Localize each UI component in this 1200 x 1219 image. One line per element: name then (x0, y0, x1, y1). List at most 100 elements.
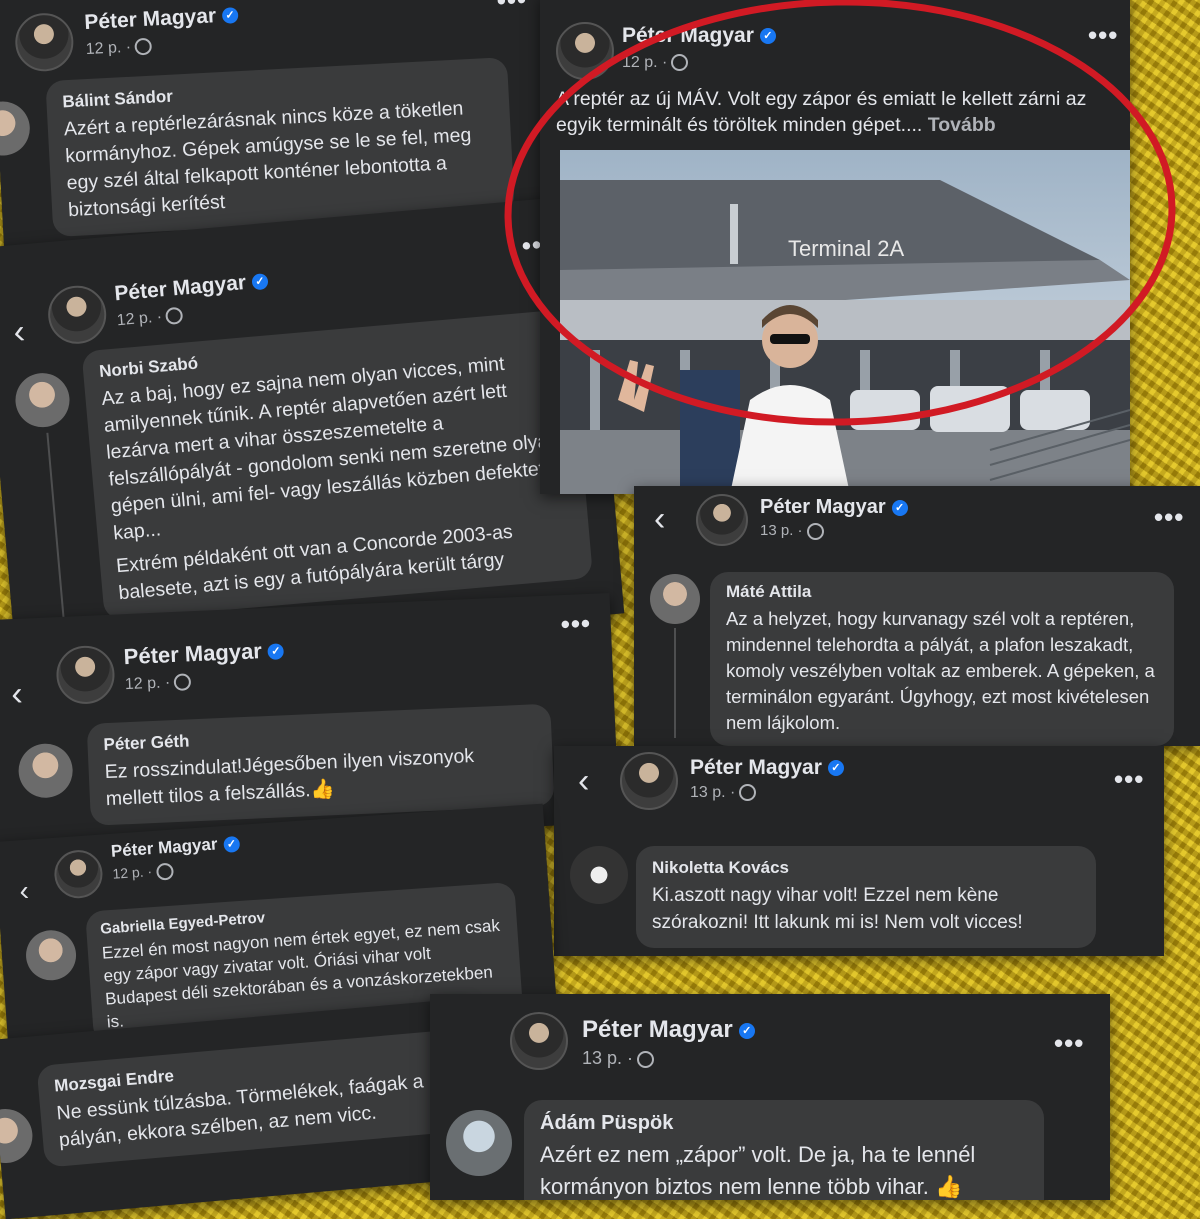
comment-bubble: Norbi Szabó Az a baj, hogy ez sajna nem … (81, 308, 594, 621)
commenter-avatar[interactable] (17, 742, 74, 799)
thumbs-up-icon: 👍 (310, 778, 336, 802)
globe-icon (155, 862, 174, 881)
more-options-icon[interactable]: ••• (1154, 504, 1184, 530)
verified-icon: ✓ (221, 7, 239, 25)
post-time-text: 12 p. · (116, 308, 163, 330)
globe-icon (173, 673, 192, 692)
verified-icon: ✓ (222, 835, 241, 853)
author-name-text: Péter Magyar (83, 4, 217, 35)
back-icon[interactable]: ‹ (18, 875, 29, 907)
post-time: 12 p. · (622, 54, 689, 72)
post-card-adam: Péter Magyar ✓ 13 p. · ••• Ádám Püspök Az… (430, 994, 1110, 1200)
commenter-avatar[interactable] (570, 846, 628, 904)
author-name-text: Péter Magyar (582, 1016, 733, 1043)
post-photo[interactable]: Terminal 2A (560, 150, 1130, 494)
commenter-name[interactable]: Nikoletta Kovács (652, 858, 1080, 878)
author-name-text: Péter Magyar (110, 834, 219, 861)
post-time-text: 12 p. · (622, 54, 668, 71)
back-icon[interactable]: ‹ (654, 502, 665, 536)
globe-icon (134, 37, 153, 56)
globe-icon (739, 784, 757, 802)
comment-text: Azért ez nem „zápor” volt. De ja, ha te … (540, 1139, 1028, 1200)
more-options-icon[interactable]: ••• (496, 0, 528, 15)
commenter-avatar[interactable] (650, 574, 700, 624)
more-options-icon[interactable]: ••• (560, 608, 592, 639)
verified-icon: ✓ (251, 273, 269, 291)
comment-bubble: Ádám Püspök Azért ez nem „zápor” volt. D… (524, 1100, 1044, 1200)
post-time: 13 p. · (760, 522, 824, 540)
author-avatar[interactable] (620, 752, 678, 810)
author-name-text: Péter Magyar (760, 496, 886, 518)
post-time: 12 p. · (112, 862, 174, 884)
author-avatar[interactable] (52, 848, 105, 900)
comment-bubble: Nikoletta Kovács Ki.aszott nagy vihar vo… (636, 846, 1096, 948)
see-more-link[interactable]: Tovább (928, 114, 996, 136)
commenter-name[interactable]: Ádám Püspök (540, 1112, 1028, 1135)
post-time-text: 12 p. · (124, 674, 171, 694)
terminal-sign: Terminal 2A (788, 236, 904, 261)
author-name[interactable]: Péter Magyar ✓ (110, 833, 241, 862)
post-body: A reptér az új MÁV. Volt egy zápor és em… (556, 88, 1087, 136)
comment-text-body: Ez rosszindulat!Jégesőben ilyen viszonyo… (104, 745, 475, 811)
back-icon[interactable]: ‹ (578, 764, 589, 798)
airport-photo-illustration: Terminal 2A (560, 150, 1130, 494)
post-time-text: 13 p. · (760, 522, 803, 539)
more-options-icon[interactable]: ••• (1054, 1030, 1084, 1056)
globe-icon (637, 1050, 655, 1068)
verified-icon: ✓ (827, 760, 844, 777)
post-card-mate: ‹ Péter Magyar ✓ 13 p. · ••• Máté Attila … (634, 486, 1200, 746)
author-name-text: Péter Magyar (690, 756, 822, 779)
main-post-card: Péter Magyar ✓ 12 p. · ••• A reptér az új… (540, 0, 1130, 494)
author-avatar[interactable] (556, 22, 614, 80)
post-card-nikoletta: ‹ Péter Magyar ✓ 13 p. · ••• Nikoletta Ko… (554, 746, 1164, 956)
verified-icon: ✓ (891, 499, 908, 516)
author-name-text: Péter Magyar (123, 638, 263, 670)
post-time: 13 p. · (690, 784, 757, 802)
author-avatar[interactable] (55, 644, 116, 706)
thumbs-up-icon: 👍 (935, 1174, 963, 1199)
author-name[interactable]: Péter Magyar ✓ (760, 496, 908, 519)
more-options-icon[interactable]: ••• (1114, 766, 1144, 792)
post-time-text: 12 p. · (85, 38, 132, 59)
post-time: 12 p. · (85, 37, 153, 59)
author-name[interactable]: Péter Magyar ✓ (114, 269, 269, 306)
comment-bubble: Mozsgai Endre Ne essünk túlzásba. Törmel… (36, 1029, 464, 1168)
author-name-text: Péter Magyar (622, 24, 754, 47)
comment-text: Az a helyzet, hogy kurvanagy szél volt a… (726, 608, 1155, 733)
more-options-icon[interactable]: ••• (1088, 22, 1118, 48)
commenter-avatar[interactable] (0, 100, 32, 157)
comment-text: Azért a reptérlezárásnak nincs köze a tö… (63, 97, 472, 222)
author-name[interactable]: Péter Magyar ✓ (622, 24, 776, 48)
author-name[interactable]: Péter Magyar ✓ (84, 3, 239, 35)
commenter-avatar[interactable] (446, 1110, 512, 1176)
commenter-name[interactable]: Máté Attila (726, 582, 1158, 602)
verified-icon: ✓ (738, 1022, 755, 1039)
verified-icon: ✓ (267, 643, 285, 661)
author-avatar[interactable] (510, 1012, 568, 1070)
commenter-avatar[interactable] (0, 1106, 35, 1166)
post-time-text: 13 p. · (582, 1048, 634, 1068)
author-name[interactable]: Péter Magyar ✓ (123, 637, 285, 670)
comment-text: Az a baj, hogy ez sajna nem olyan vicces… (100, 352, 560, 545)
globe-icon (806, 522, 824, 540)
author-avatar[interactable] (45, 283, 109, 347)
commenter-avatar[interactable] (24, 928, 78, 982)
comment-thread-line (674, 628, 676, 738)
globe-icon (671, 54, 689, 72)
post-time: 12 p. · (116, 306, 184, 331)
back-icon[interactable]: ‹ (10, 675, 23, 713)
author-name[interactable]: Péter Magyar ✓ (690, 756, 844, 780)
post-time: 13 p. · (582, 1048, 655, 1069)
post-time: 12 p. · (125, 673, 192, 694)
commenter-avatar[interactable] (13, 370, 72, 430)
author-name-text: Péter Magyar (113, 270, 247, 306)
verified-icon: ✓ (759, 28, 776, 45)
post-time-text: 13 p. · (690, 784, 736, 801)
comment-bubble: Máté Attila Az a helyzet, hogy kurvanagy… (710, 572, 1174, 746)
comment-text-body: Azért ez nem „zápor” volt. De ja, ha te … (540, 1142, 976, 1199)
post-time-text: 12 p. · (111, 863, 153, 882)
author-avatar[interactable] (696, 494, 748, 546)
author-name[interactable]: Péter Magyar ✓ (582, 1016, 755, 1044)
back-icon[interactable]: ‹ (12, 312, 27, 351)
author-avatar[interactable] (13, 11, 75, 73)
